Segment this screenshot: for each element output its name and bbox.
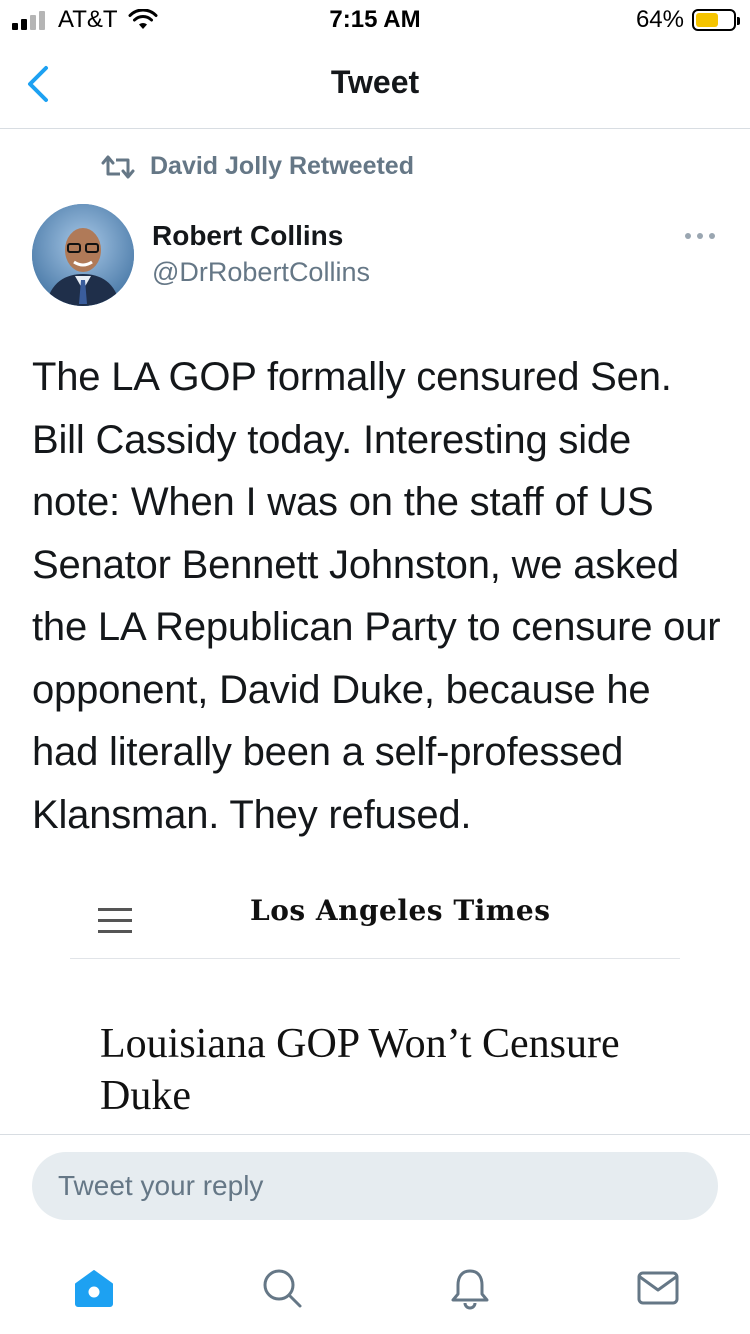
tab-messages[interactable]	[628, 1258, 688, 1318]
retweeted-by[interactable]: David Jolly Retweeted	[100, 152, 414, 181]
tab-home[interactable]	[64, 1258, 124, 1318]
search-icon	[263, 1269, 302, 1308]
mail-icon	[637, 1271, 679, 1305]
bell-icon	[451, 1269, 489, 1310]
tab-bar	[0, 1240, 750, 1334]
more-icon	[685, 233, 715, 239]
page-title: Tweet	[330, 64, 420, 100]
author-name[interactable]: Robert Collins	[152, 220, 343, 252]
embedded-image-header[interactable]: Los Angeles Times	[70, 890, 680, 959]
avatar-image	[32, 204, 134, 306]
divider	[0, 1134, 750, 1135]
hamburger-menu-icon	[98, 908, 132, 934]
more-options-button[interactable]	[680, 226, 720, 246]
tweet-text: The LA GOP formally censured Sen. Bill C…	[32, 355, 721, 837]
reply-input[interactable]	[32, 1152, 718, 1220]
avatar[interactable]	[32, 204, 134, 306]
home-icon	[75, 1270, 113, 1307]
retweet-icon	[101, 155, 135, 178]
nav-bar: Tweet	[0, 40, 750, 129]
retweeted-by-label: David Jolly Retweeted	[150, 152, 414, 180]
reply-box[interactable]	[32, 1152, 718, 1220]
status-bar: AT&T 7:15 AM 64%	[0, 0, 750, 40]
embedded-headline[interactable]: Louisiana GOP Won’t Censure Duke	[100, 1018, 660, 1122]
tab-notifications[interactable]	[440, 1258, 500, 1318]
publication-logo: Los Angeles Times	[250, 894, 551, 927]
status-right: 64%	[635, 6, 740, 34]
battery-icon	[692, 9, 740, 31]
author-handle[interactable]: @DrRobertCollins	[152, 257, 370, 288]
battery-percent: 64%	[635, 6, 684, 33]
tab-search[interactable]	[252, 1258, 312, 1318]
battery-fill	[696, 13, 718, 27]
